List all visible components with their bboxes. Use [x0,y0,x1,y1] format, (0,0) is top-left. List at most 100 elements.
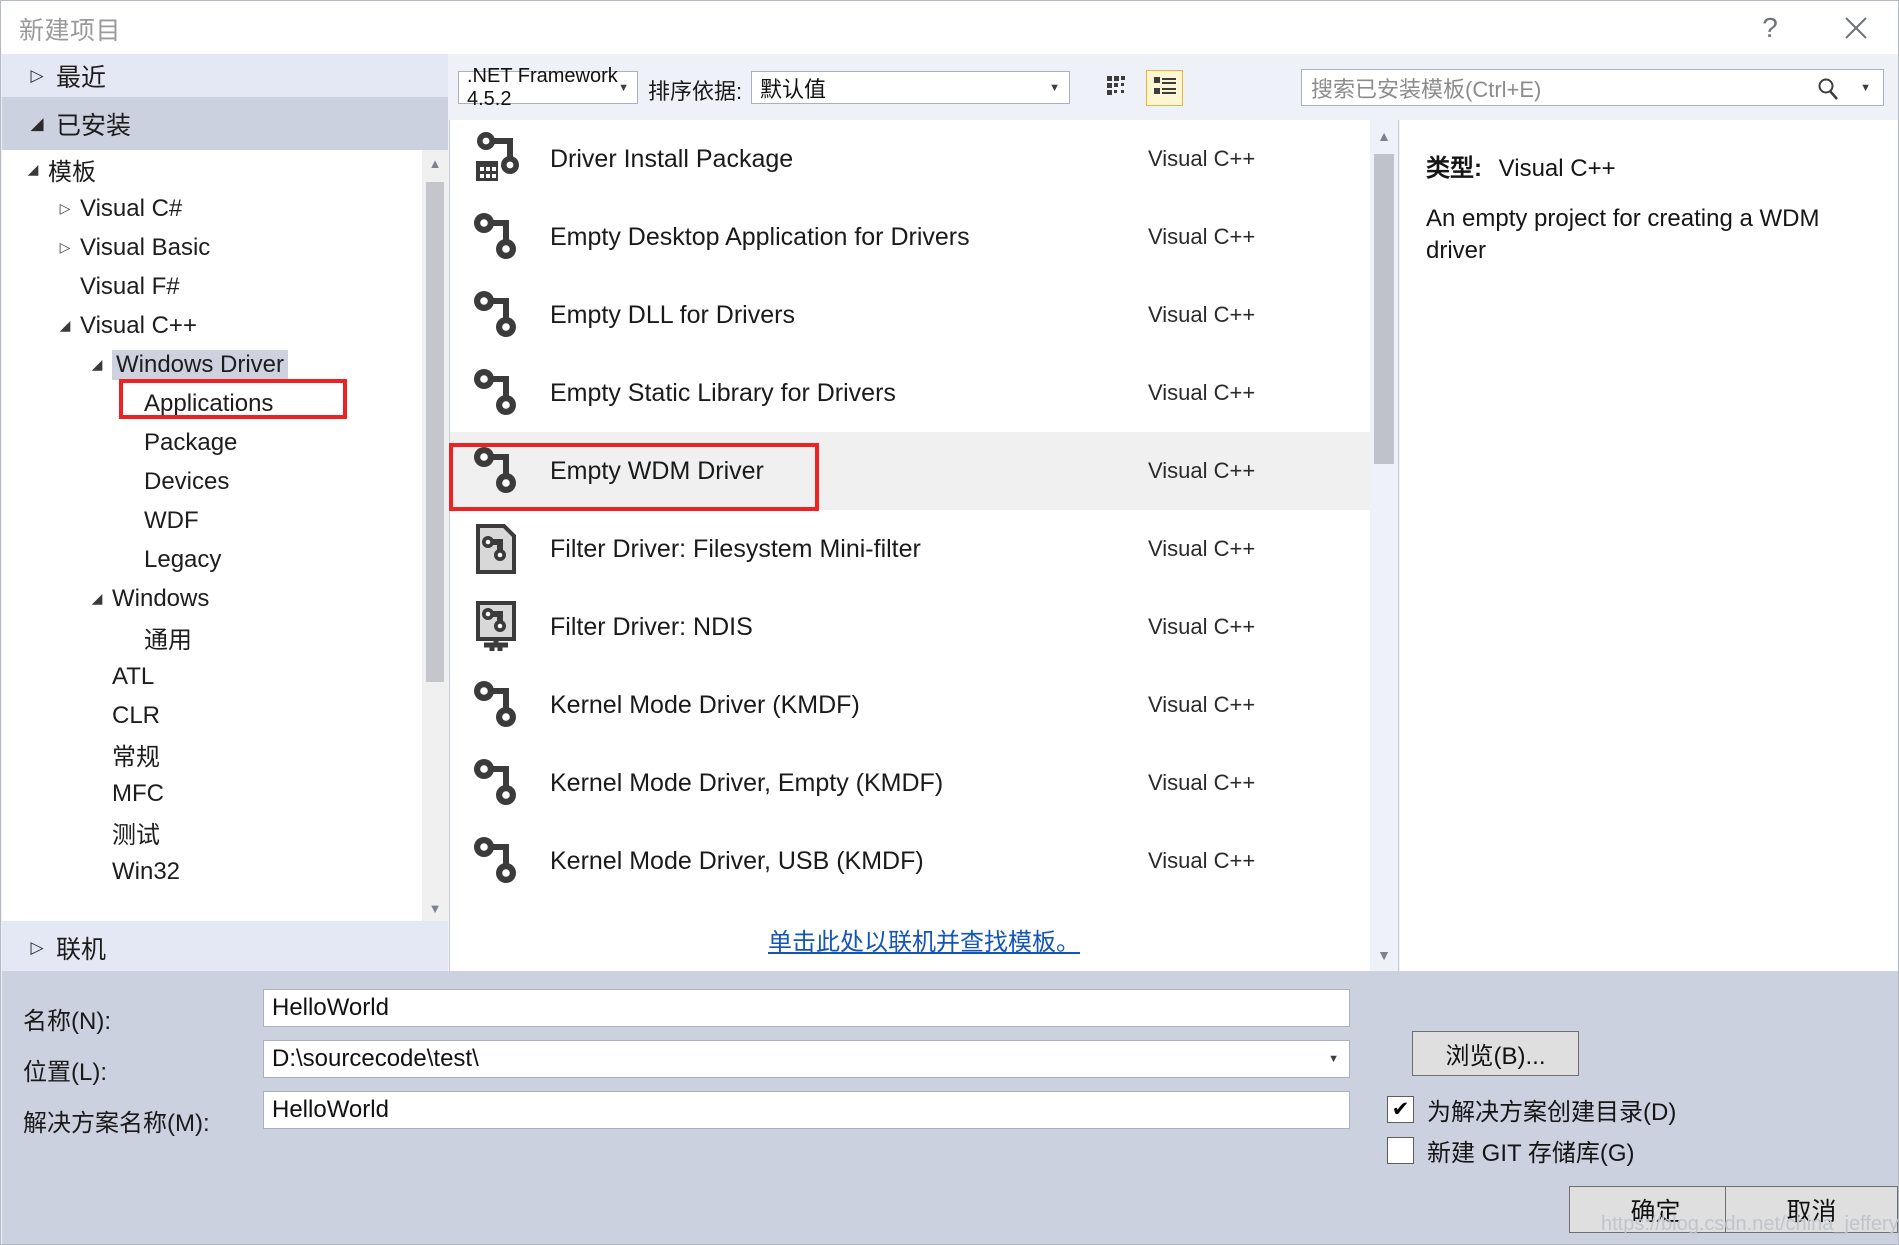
tree-item-visual-f[interactable]: Visual F# [2,267,448,306]
tree-item-legacy[interactable]: Legacy [2,540,448,579]
name-value: HelloWorld [272,994,389,1022]
template-language: Visual C++ [1148,224,1398,250]
tree-item-[interactable]: 测试 [2,813,448,852]
scroll-down-icon[interactable]: ▼ [1370,941,1398,969]
template-category-tree[interactable]: ◢模板▷Visual C#▷Visual BasicVisual F#◢Visu… [2,150,448,921]
tree-item-[interactable]: ◢模板 [2,150,448,189]
template-row[interactable]: Empty Desktop Application for DriversVis… [450,198,1398,276]
list-view-icon [1153,75,1177,102]
tree-item-visual-c[interactable]: ▷Visual C# [2,189,448,228]
sort-by-select[interactable]: 默认值 ▼ [751,71,1070,104]
tree-item-visual-basic[interactable]: ▷Visual Basic [2,228,448,267]
chevron-down-icon[interactable]: ◢ [86,356,108,373]
framework-select[interactable]: .NET Framework 4.5.2 ▼ [458,71,638,104]
driver-package-icon [466,131,530,187]
tree-item-label: Visual C# [80,195,182,223]
ok-button-label: 确定 [1630,1192,1680,1228]
git-repo-checkbox[interactable] [1387,1137,1414,1164]
online-templates-link[interactable]: 单击此处以联机并查找模板。 [768,922,1080,957]
driver-node-icon [466,755,530,811]
online-templates-row: 单击此处以联机并查找模板。 [450,900,1398,971]
template-language: Visual C++ [1148,614,1398,640]
chevron-down-icon[interactable]: ◢ [22,161,44,178]
scroll-up-icon[interactable]: ▲ [422,150,448,176]
template-row[interactable]: Kernel Mode Driver (KMDF)Visual C++ [450,666,1398,744]
ok-button[interactable]: 确定 [1569,1186,1742,1233]
template-row[interactable]: Filter Driver: NDISVisual C++ [450,588,1398,666]
location-input[interactable]: D:\sourcecode\test\ ▼ [263,1040,1350,1078]
template-row[interactable]: Driver Install PackageVisual C++ [450,120,1398,198]
nav-section-recent[interactable]: ▷ 最近 [2,54,448,97]
solution-name-value: HelloWorld [272,1096,389,1124]
tree-item-visual-c[interactable]: ◢Visual C++ [2,306,448,345]
scrollbar-thumb[interactable] [1374,154,1394,464]
tree-item-applications[interactable]: Applications [2,384,448,423]
chevron-right-icon[interactable]: ▷ [54,200,76,217]
help-button[interactable]: ? [1727,1,1813,54]
template-row[interactable]: Empty Static Library for DriversVisual C… [450,354,1398,432]
tree-item-[interactable]: 通用 [2,618,448,657]
template-language: Visual C++ [1148,380,1398,406]
solution-name-label: 解决方案名称(M): [23,1103,210,1138]
git-repo-checkbox-row[interactable]: 新建 GIT 存储库(G) [1387,1133,1635,1168]
chevron-down-icon[interactable]: ▼ [1328,1053,1339,1065]
browse-button[interactable]: 浏览(B)... [1412,1031,1579,1076]
create-directory-checkbox[interactable]: ✔ [1387,1096,1414,1123]
search-input[interactable]: 搜索已安装模板(Ctrl+E) ▼ [1301,69,1884,106]
close-button[interactable] [1813,1,1899,54]
name-label: 名称(N): [23,1001,111,1036]
close-icon [1842,14,1870,42]
template-language: Visual C++ [1148,692,1398,718]
driver-node-icon [466,365,530,421]
tree-item-label: Devices [144,468,229,496]
template-name: Kernel Mode Driver (KMDF) [550,691,1148,720]
tree-item-wdf[interactable]: WDF [2,501,448,540]
tree-item-[interactable]: 常规 [2,735,448,774]
tree-item-package[interactable]: Package [2,423,448,462]
tree-item-win32[interactable]: Win32 [2,852,448,891]
chevron-right-icon[interactable]: ▷ [54,239,76,256]
template-row[interactable]: Empty DLL for DriversVisual C++ [450,276,1398,354]
tree-item-label: 常规 [112,737,160,772]
nav-section-online[interactable]: ▷ 联机 [2,921,448,974]
chevron-down-icon[interactable]: ◢ [86,590,108,607]
template-list[interactable]: Driver Install PackageVisual C++Empty De… [449,120,1399,971]
filter-ndis-icon [466,599,530,655]
nav-section-installed[interactable]: ◢ 已安装 [2,97,448,150]
driver-node-icon [466,677,530,733]
name-input[interactable]: HelloWorld [263,989,1350,1027]
template-row[interactable]: Kernel Mode Driver, Empty (KMDF)Visual C… [450,744,1398,822]
tree-scrollbar[interactable]: ▲ ▼ [422,150,448,921]
scroll-down-icon[interactable]: ▼ [422,895,448,921]
driver-node-icon [466,287,530,343]
template-language: Visual C++ [1148,302,1398,328]
browse-button-label: 浏览(B)... [1446,1036,1546,1071]
template-name: Empty Static Library for Drivers [550,379,1148,408]
description-type-row: 类型: Visual C++ [1426,148,1873,183]
chevron-right-icon: ▷ [24,938,50,958]
tiles-view-button[interactable] [1098,70,1135,106]
tree-item-label: 测试 [112,815,160,850]
template-row[interactable]: Filter Driver: Filesystem Mini-filterVis… [450,510,1398,588]
tree-item-devices[interactable]: Devices [2,462,448,501]
create-directory-checkbox-row[interactable]: ✔ 为解决方案创建目录(D) [1387,1092,1676,1127]
list-scrollbar[interactable]: ▲ ▼ [1370,120,1398,971]
template-name: Kernel Mode Driver, USB (KMDF) [550,847,1148,876]
list-view-button[interactable] [1146,70,1183,106]
chevron-down-icon[interactable]: ▼ [1860,82,1871,94]
chevron-down-icon[interactable]: ◢ [54,317,76,334]
scrollbar-thumb[interactable] [426,182,444,682]
template-language: Visual C++ [1148,536,1398,562]
tree-item-atl[interactable]: ATL [2,657,448,696]
filter-file-icon [466,521,530,577]
template-row[interactable]: Kernel Mode Driver, USB (KMDF)Visual C++ [450,822,1398,900]
scroll-up-icon[interactable]: ▲ [1370,122,1398,150]
tree-item-windows-driver[interactable]: ◢Windows Driver [2,345,448,384]
cancel-button[interactable]: 取消 [1725,1186,1898,1233]
template-description-panel: 类型: Visual C++ An empty project for crea… [1400,120,1899,971]
tree-item-clr[interactable]: CLR [2,696,448,735]
tree-item-mfc[interactable]: MFC [2,774,448,813]
solution-name-input[interactable]: HelloWorld [263,1091,1350,1129]
tree-item-windows[interactable]: ◢Windows [2,579,448,618]
template-row[interactable]: Empty WDM DriverVisual C++ [450,432,1398,510]
